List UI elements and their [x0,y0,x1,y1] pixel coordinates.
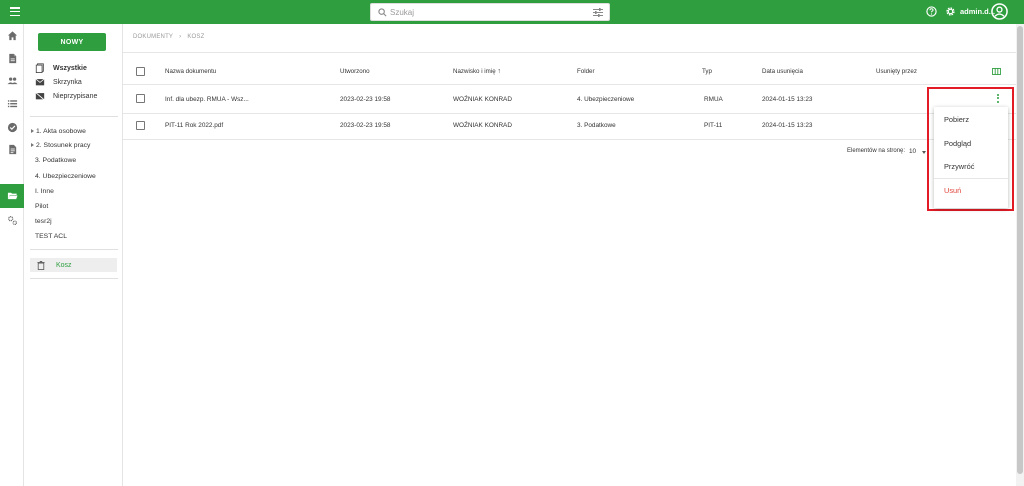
items-per-page-select[interactable]: 10 [909,148,916,155]
username[interactable]: admin.d... [960,7,995,16]
cell-person: WOŹNIAK KONRAD [453,96,512,103]
folder-item[interactable]: Pilot [35,201,48,211]
cell-type: PIT-11 [704,122,723,129]
gear-icon[interactable] [945,6,956,17]
sidebar-divider [30,278,118,279]
folder-label: 3. Podatkowe [35,156,77,164]
nav-item-all[interactable]: Wszystkie [35,62,87,74]
nav-item-inbox[interactable]: Skrzynka [35,76,82,88]
nav-item-label: Nieprzypisane [53,92,98,100]
menu-icon[interactable] [10,7,20,17]
nav-item-label: Skrzynka [53,78,82,86]
column-header-label: Nazwisko i imię [453,68,496,75]
cell-name[interactable]: PIT-11 Rok 2022.pdf [165,122,223,129]
report-icon[interactable] [7,144,18,155]
expand-icon[interactable] [31,129,34,133]
folder-item[interactable]: TEST ACL [35,231,67,241]
column-header-created[interactable]: Utworzono [340,68,370,75]
breadcrumb-separator-icon: › [179,34,182,40]
folder-item[interactable]: 2. Stosunek pracy [31,140,90,150]
folder-item[interactable]: 3. Podatkowe [35,155,76,165]
settings-cogs-icon[interactable] [7,215,18,226]
trash-label: Kosz [56,261,72,269]
cell-folder: 3. Podatkowe [577,122,616,129]
cell-deleted: 2024-01-15 13:23 [762,96,813,103]
sort-arrow-up-icon[interactable]: ↑ [497,68,501,75]
cell-folder: 4. Ubezpieczeniowe [577,96,635,103]
people-icon[interactable] [7,75,18,86]
folder-item[interactable]: I. Inne [35,186,54,196]
cell-type: RMUA [704,96,723,103]
cell-deleted: 2024-01-15 13:23 [762,122,813,129]
folder-item[interactable]: tesr2j [35,216,52,226]
document-icon[interactable] [7,53,18,64]
cell-name[interactable]: Inf. dla ubezp. RMUA - Wsz... [165,96,249,103]
search-input[interactable] [390,5,580,19]
unassigned-mail-icon [35,92,45,101]
documents-icon [35,63,44,73]
column-header-folder[interactable]: Folder [577,68,595,75]
icon-rail [0,24,24,486]
cell-created: 2023-02-23 19:58 [340,122,391,129]
sidebar-divider [30,116,118,117]
column-header-type[interactable]: Typ [702,68,712,75]
check-circle-icon[interactable] [7,122,18,133]
column-header-person[interactable]: Nazwisko i imię ↑ [453,68,501,75]
cell-created: 2023-02-23 19:58 [340,96,391,103]
sidebar: NOWY Wszystkie Skrzynka Nieprzypisane 1.… [25,24,123,486]
breadcrumb-root[interactable]: DOKUMENTY [133,34,173,40]
folder-item[interactable]: 4. Ubezpieczeniowe [35,171,96,181]
row-checkbox[interactable] [136,121,145,130]
items-per-page-label: Elementów na stronę: [847,148,906,154]
page-scrollbar[interactable] [1016,24,1024,486]
expand-icon[interactable] [31,143,34,147]
folder-label: TEST ACL [35,232,67,240]
scrollbar-thumb[interactable] [1017,26,1023,474]
row-divider [123,113,1016,114]
column-header-deleted[interactable]: Data usunięcia [762,68,803,75]
trash-icon [37,260,45,270]
menu-item-delete[interactable]: Usuń [944,186,961,195]
help-icon[interactable] [926,6,937,17]
menu-item-restore[interactable]: Przywróć [944,162,974,171]
folder-item[interactable]: 1. Akta osobowe [31,126,86,136]
list-icon[interactable] [7,98,18,109]
menu-divider [934,178,1008,179]
avatar-icon[interactable] [991,3,1008,20]
columns-config-icon[interactable] [992,68,1001,75]
row-divider [123,84,1016,85]
select-all-checkbox[interactable] [136,67,145,76]
nav-item-unassigned[interactable]: Nieprzypisane [35,90,97,102]
filter-tune-icon[interactable] [593,8,603,17]
menu-item-preview[interactable]: Podgląd [944,139,971,148]
folder-label: I. Inne [35,187,54,195]
chevron-down-icon[interactable] [922,151,926,154]
content-divider [123,52,1016,53]
folder-label: 4. Ubezpieczeniowe [35,172,96,180]
menu-item-download[interactable]: Pobierz [944,115,969,124]
new-button[interactable]: NOWY [38,33,106,51]
folder-label: tesr2j [35,217,52,225]
home-icon[interactable] [7,30,18,41]
cell-person: WOŹNIAK KONRAD [453,122,512,129]
breadcrumb: DOKUMENTY › KOSZ [133,34,204,40]
search-box[interactable] [370,3,610,21]
column-header-name[interactable]: Nazwa dokumentu [165,68,216,75]
breadcrumb-current: KOSZ [187,34,205,40]
sidebar-item-trash[interactable]: Kosz [30,258,117,272]
folder-label: 1. Akta osobowe [36,127,86,135]
mail-icon [35,78,45,86]
top-bar: admin.d... [0,0,1024,24]
folder-label: 2. Stosunek pracy [36,141,91,149]
row-divider [123,139,1016,140]
column-header-deleted-by[interactable]: Usunięty przez [876,68,917,75]
row-checkbox[interactable] [136,94,145,103]
folder-open-icon[interactable] [7,190,18,201]
search-icon [378,8,387,17]
sidebar-divider [30,249,118,250]
context-menu: Pobierz Podgląd Przywróć Usuń [934,107,1008,208]
nav-item-label: Wszystkie [53,64,87,72]
folder-label: Pilot [35,202,49,210]
